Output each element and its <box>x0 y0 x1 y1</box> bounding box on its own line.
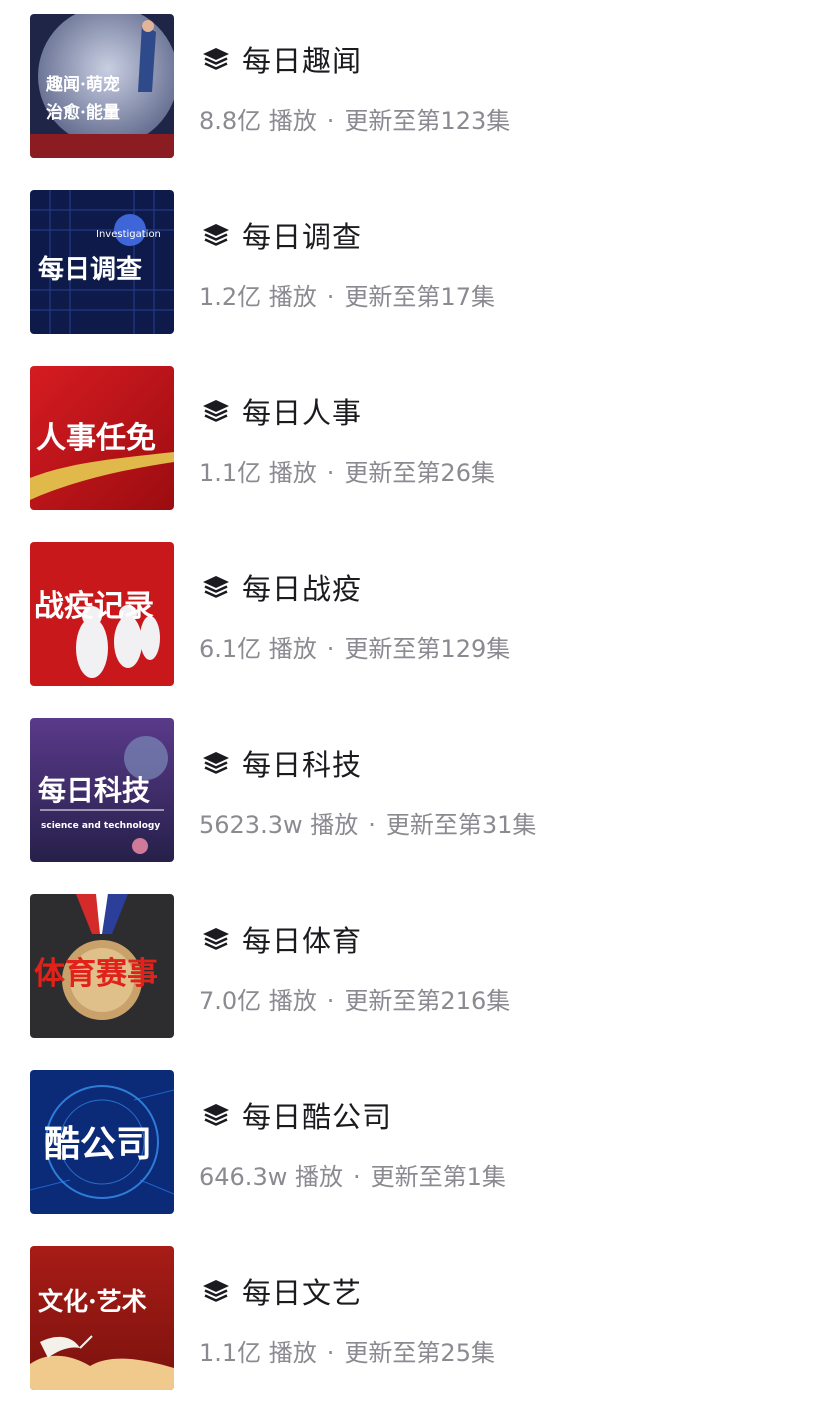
series-title[interactable]: 每日科技 <box>242 742 362 784</box>
separator: · <box>326 635 335 663</box>
list-item[interactable]: 酷公司 每日酷公司 646.3w 播放 · 更新至第1集 <box>0 1056 825 1232</box>
series-meta: 646.3w 播放 · 更新至第1集 <box>199 1157 506 1192</box>
layers-icon <box>200 923 232 955</box>
list-item[interactable]: 战疫记录 每日战疫 6.1亿 播放 · 更新至第129集 <box>0 528 825 704</box>
cover-image[interactable]: 趣闻·萌宠 治愈·能量 <box>30 14 174 158</box>
play-count: 6.1亿 播放 <box>199 635 317 663</box>
list-item[interactable]: 人事任免 每日人事 1.1亿 播放 · 更新至第26集 <box>0 352 825 528</box>
cover-subtext: Investigation <box>96 229 161 240</box>
update-status: 更新至第216集 <box>344 987 511 1015</box>
series-title[interactable]: 每日趣闻 <box>242 38 362 80</box>
play-count: 5623.3w 播放 <box>199 811 359 839</box>
separator: · <box>326 1339 335 1367</box>
play-count: 1.2亿 播放 <box>199 283 317 311</box>
separator: · <box>326 283 335 311</box>
series-meta: 5623.3w 播放 · 更新至第31集 <box>199 805 536 840</box>
cover-text: 每日调查 <box>38 254 142 285</box>
series-meta: 8.8亿 播放 · 更新至第123集 <box>199 101 510 136</box>
cover-text: 文化·艺术 <box>38 1287 147 1316</box>
series-title[interactable]: 每日调查 <box>242 214 362 256</box>
cover-image[interactable]: 酷公司 <box>30 1070 174 1214</box>
update-status: 更新至第31集 <box>385 811 537 839</box>
layers-icon <box>200 1275 232 1307</box>
cover-text: 酷公司 <box>44 1123 152 1165</box>
list-item[interactable]: 每日科技 science and technology 每日科技 5623.3w… <box>0 704 825 880</box>
update-status: 更新至第26集 <box>344 459 495 487</box>
cover-image[interactable]: 体育赛事 <box>30 894 174 1038</box>
update-status: 更新至第129集 <box>344 635 511 663</box>
series-title[interactable]: 每日体育 <box>242 918 362 960</box>
layers-icon <box>200 747 232 779</box>
play-count: 1.1亿 播放 <box>199 459 317 487</box>
series-meta: 1.1亿 播放 · 更新至第26集 <box>199 453 495 488</box>
cover-image[interactable]: 文化·艺术 <box>30 1246 174 1390</box>
play-count: 1.1亿 播放 <box>199 1339 317 1367</box>
cover-text: 体育赛事 <box>34 956 158 992</box>
play-count: 646.3w 播放 <box>199 1163 343 1191</box>
list-item[interactable]: Investigation 每日调查 每日调查 1.2亿 播放 · 更新至第17集 <box>0 176 825 352</box>
series-meta: 1.2亿 播放 · 更新至第17集 <box>199 277 495 312</box>
separator: · <box>326 987 335 1015</box>
update-status: 更新至第123集 <box>344 107 511 135</box>
cover-image[interactable]: 战疫记录 <box>30 542 174 686</box>
layers-icon <box>200 1099 232 1131</box>
cover-text: 趣闻·萌宠 <box>45 74 120 95</box>
cover-image[interactable]: Investigation 每日调查 <box>30 190 174 334</box>
layers-icon <box>200 571 232 603</box>
layers-icon <box>200 219 232 251</box>
layers-icon <box>200 43 232 75</box>
update-status: 更新至第17集 <box>344 283 495 311</box>
list-item[interactable]: 体育赛事 每日体育 7.0亿 播放 · 更新至第216集 <box>0 880 825 1056</box>
layers-icon <box>200 395 232 427</box>
cover-text: 治愈·能量 <box>46 102 120 123</box>
series-meta: 1.1亿 播放 · 更新至第25集 <box>199 1333 495 1368</box>
cover-subtext: science and technology <box>41 821 160 831</box>
update-status: 更新至第25集 <box>344 1339 495 1367</box>
play-count: 7.0亿 播放 <box>199 987 317 1015</box>
series-title[interactable]: 每日战疫 <box>242 566 362 608</box>
update-status: 更新至第1集 <box>370 1163 506 1191</box>
cover-image[interactable]: 每日科技 science and technology <box>30 718 174 862</box>
separator: · <box>368 811 376 839</box>
cover-image[interactable]: 人事任免 <box>30 366 174 510</box>
series-title[interactable]: 每日酷公司 <box>242 1094 392 1136</box>
series-title[interactable]: 每日人事 <box>242 390 362 432</box>
list-item[interactable]: 文化·艺术 每日文艺 1.1亿 播放 · 更新至第25集 <box>0 1232 825 1408</box>
separator: · <box>352 1163 361 1191</box>
series-meta: 6.1亿 播放 · 更新至第129集 <box>199 629 510 664</box>
list-item[interactable]: 趣闻·萌宠 治愈·能量 每日趣闻 8.8亿 播放 · 更新至第123集 <box>0 0 825 176</box>
cover-text: 人事任免 <box>36 421 156 456</box>
cover-text: 每日科技 <box>38 774 150 807</box>
separator: · <box>326 107 335 135</box>
cover-text: 战疫记录 <box>34 589 154 624</box>
series-meta: 7.0亿 播放 · 更新至第216集 <box>199 981 510 1016</box>
play-count: 8.8亿 播放 <box>199 107 317 135</box>
separator: · <box>326 459 335 487</box>
series-title[interactable]: 每日文艺 <box>242 1270 362 1312</box>
